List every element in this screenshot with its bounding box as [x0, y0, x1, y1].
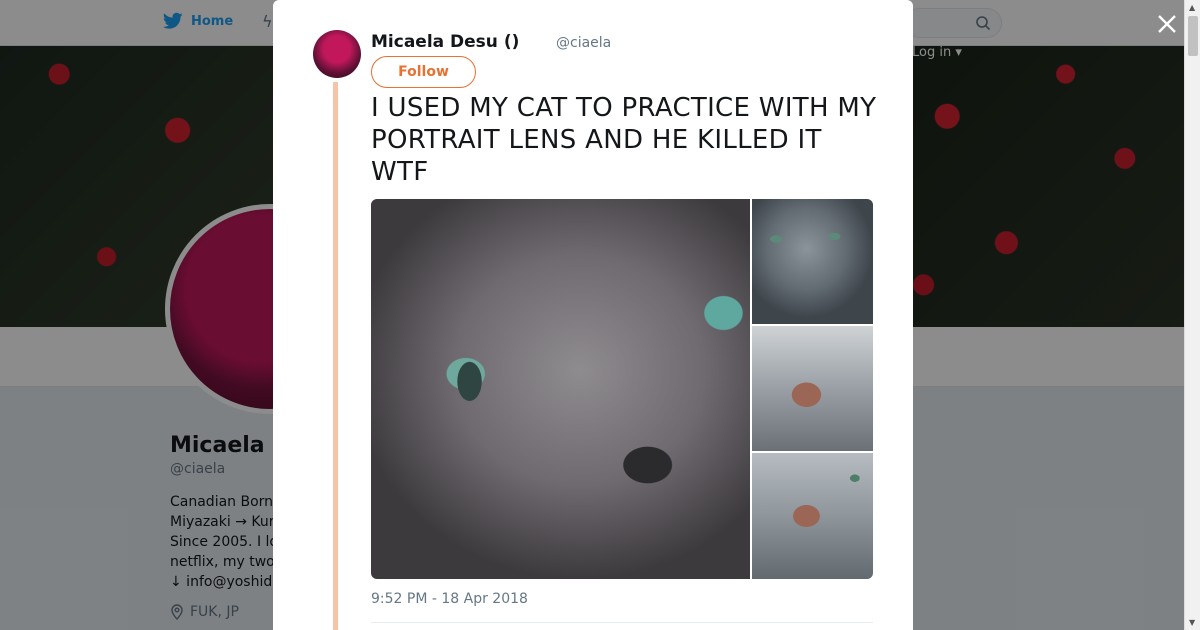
- tweet-photo-2[interactable]: [752, 199, 873, 324]
- tweet-timestamp[interactable]: 9:52 PM - 18 Apr 2018: [371, 591, 528, 607]
- tweet-media-grid: [371, 199, 873, 579]
- tweet-photo-3[interactable]: [752, 326, 873, 451]
- scroll-down-icon[interactable]: ▼: [1189, 618, 1195, 627]
- divider: [371, 622, 873, 623]
- scroll-up-icon[interactable]: ▲: [1189, 3, 1195, 12]
- thread-line: [333, 82, 338, 630]
- tweet-author-avatar[interactable]: [313, 30, 361, 78]
- tweet-photo-1[interactable]: [371, 199, 750, 579]
- tweet-author-handle[interactable]: @ciaela: [556, 35, 611, 51]
- tweet-text: I USED MY CAT TO PRACTICE WITH MY PORTRA…: [371, 93, 877, 187]
- follow-button[interactable]: Follow: [371, 56, 476, 88]
- scrollbar-thumb[interactable]: [1188, 16, 1198, 56]
- page-scrollbar[interactable]: ▲ ▼: [1184, 0, 1200, 630]
- close-icon[interactable]: [1153, 10, 1181, 38]
- tweet-author-name[interactable]: Micaela Desu (): [371, 32, 519, 52]
- tweet-modal: Micaela Desu () @ciaela Follow I USED MY…: [273, 0, 913, 630]
- tweet-photo-4[interactable]: [752, 453, 873, 579]
